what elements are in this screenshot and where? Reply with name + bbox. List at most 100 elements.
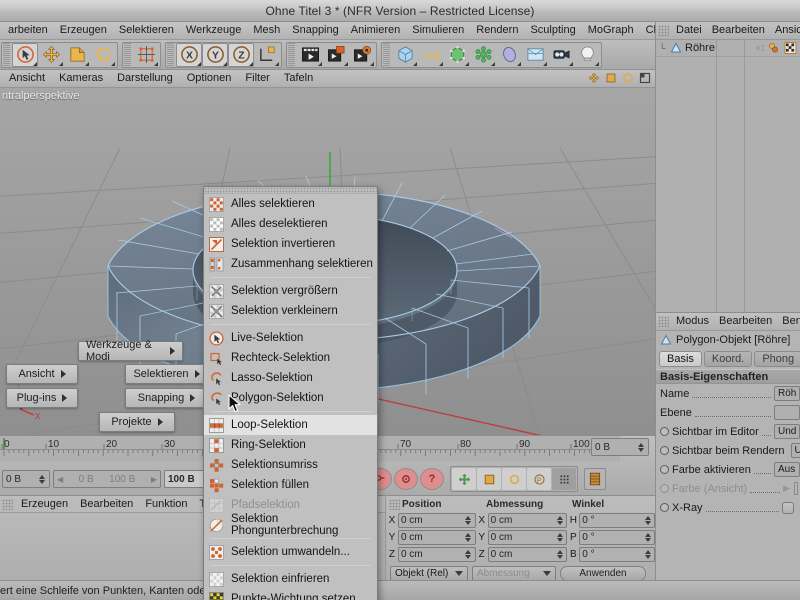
rotate-button[interactable] (90, 43, 116, 67)
menu-item-erzeugen[interactable]: Erzeugen (54, 22, 113, 39)
record-param-button[interactable]: P (527, 468, 551, 490)
attr-field-ebene[interactable] (774, 405, 800, 420)
range-end-field[interactable]: 100 B (164, 470, 208, 488)
autokey-button[interactable] (394, 468, 418, 490)
attr-radio-sichtbar-beim-rendern[interactable] (660, 446, 669, 455)
menu-item-mograph[interactable]: MoGraph (582, 22, 640, 39)
coord-spinner[interactable] (464, 530, 473, 546)
render-settings-button[interactable] (349, 43, 375, 67)
coord-size-dropdown[interactable]: Abmessung (472, 566, 556, 581)
deformer-button[interactable] (470, 43, 496, 67)
viewport-menu-tafeln[interactable]: Tafeln (277, 70, 320, 87)
coord-spinner[interactable] (464, 513, 473, 529)
panel-grip-icon[interactable] (2, 498, 13, 510)
matmgr-menu-funktion[interactable]: Funktion (139, 496, 193, 512)
context-item-punkte-wichtung-setzen[interactable]: Punkte-Wichtung setzen... (204, 589, 377, 600)
toolbar-grip[interactable] (383, 42, 390, 67)
objmgr-menu-datei[interactable]: Datei (671, 22, 707, 39)
context-item-ring-selektion[interactable]: Ring-Selektion (204, 435, 377, 455)
axis-y-button[interactable]: Y (202, 42, 228, 67)
plugins-palette[interactable]: Plug-ins (6, 388, 78, 408)
toolbar-grip[interactable] (167, 42, 174, 67)
menu-item-werkzeuge[interactable]: Werkzeuge (180, 22, 247, 39)
live-selection-button[interactable] (12, 42, 38, 67)
context-item-zusammenhang-selektieren[interactable]: Zusammenhang selektieren (204, 254, 377, 274)
context-item-lasso-selektion[interactable]: Lasso-Selektion (204, 368, 377, 388)
menu-item-arbeiten[interactable]: arbeiten (2, 22, 54, 39)
key-selection-button[interactable]: ? (420, 468, 444, 490)
attr-field-sichtbar-im-editor[interactable]: Und (774, 424, 800, 439)
coord-spinner[interactable] (555, 530, 564, 546)
camera-button[interactable] (548, 43, 574, 67)
environment-button[interactable] (496, 43, 522, 67)
menu-item-snapping[interactable]: Snapping (286, 22, 345, 39)
panel-grip-icon[interactable] (658, 316, 669, 327)
attr-radio-x-ray[interactable] (660, 503, 669, 512)
coord-angle-field-b[interactable]: 0 ° (579, 547, 655, 562)
coord-spinner[interactable] (643, 547, 652, 563)
current-frame-field[interactable]: 0 B (2, 470, 50, 488)
attr-tab-koord[interactable]: Koord. (703, 351, 753, 367)
rotate-view-icon[interactable] (622, 72, 634, 84)
coord-position-field-x[interactable]: 0 cm (397, 513, 476, 529)
menu-item-mesh[interactable]: Mesh (247, 22, 286, 39)
context-item-selektion-f-llen[interactable]: Selektion füllen (204, 475, 377, 495)
coord-size-field-y[interactable]: 0 cm (487, 530, 568, 546)
context-item-alles-deselektieren[interactable]: Alles deselektieren (204, 214, 377, 234)
select-palette[interactable]: Selektieren (125, 364, 208, 384)
object-column-divider[interactable] (716, 40, 717, 313)
context-item-pfadselektion[interactable]: Pfadselektion (204, 495, 377, 515)
axis-x-button[interactable]: X (176, 42, 202, 67)
panel-grip-icon[interactable] (658, 25, 669, 36)
light-button[interactable] (574, 43, 600, 67)
menu-item-animieren[interactable]: Animieren (345, 22, 407, 39)
attr-tab-phong[interactable]: Phong (754, 351, 800, 367)
timeline-window-button[interactable] (584, 468, 606, 490)
scene-button[interactable] (522, 43, 548, 67)
attr-field-farbe-aktivieren[interactable]: Aus (774, 462, 800, 477)
viewport-menu-kameras[interactable]: Kameras (52, 70, 110, 87)
frame-spinner[interactable] (636, 439, 645, 455)
context-item-rechteck-selektion[interactable]: Rechteck-Selektion (204, 348, 377, 368)
object-column-divider[interactable] (744, 40, 745, 313)
context-item-selektion-phongunterbrechung[interactable]: Selektion Phongunterbrechung (204, 513, 377, 537)
context-item-loop-selektion[interactable]: Loop-Selektion (204, 415, 377, 435)
toolbar-grip[interactable] (288, 42, 295, 67)
coord-mode-dropdown[interactable]: Objekt (Rel) (390, 566, 468, 581)
view-palette[interactable]: Ansicht (6, 364, 78, 384)
coord-size-field-z[interactable]: 0 cm (487, 547, 568, 562)
context-item-selektion-umwandeln[interactable]: Selektion umwandeln... (204, 542, 377, 562)
context-item-alles-selektieren[interactable]: Alles selektieren (204, 194, 377, 214)
attr-field-sichtbar-beim-rendern[interactable]: Und (790, 443, 800, 458)
menu-item-selektieren[interactable]: Selektieren (113, 22, 180, 39)
attrmgr-menu-bearbeiten[interactable]: Bearbeiten (714, 313, 777, 330)
coord-spinner[interactable] (643, 530, 652, 546)
objmgr-menu-ansic[interactable]: Ansic (770, 22, 800, 39)
matmgr-menu-erzeugen[interactable]: Erzeugen (15, 496, 74, 512)
frame-range-field[interactable]: ◀ 0 B 100 B ▶ (53, 470, 161, 488)
coord-spinner[interactable] (643, 513, 652, 529)
coord-size-field-x[interactable]: 0 cm (487, 513, 568, 528)
timeline-frame-field[interactable]: 0 B (591, 438, 649, 456)
attrmgr-menu-modus[interactable]: Modus (671, 313, 714, 330)
tools-and-modes-palette[interactable]: Werkzeuge & Modi (78, 339, 183, 363)
current-frame-spinner[interactable] (37, 471, 46, 487)
move-button[interactable] (38, 43, 64, 67)
menu-item-rendern[interactable]: Rendern (470, 22, 524, 39)
snapping-palette[interactable]: Snapping (125, 388, 208, 408)
render-to-picture-button[interactable] (323, 43, 349, 67)
record-rotation-button[interactable] (502, 468, 526, 490)
generator-button[interactable] (444, 43, 470, 67)
render-view-button[interactable] (297, 43, 323, 67)
matmgr-menu-bearbeiten[interactable]: Bearbeiten (74, 496, 139, 512)
modeling-axis-button[interactable] (133, 43, 159, 67)
context-item-selektion-vergr-ern[interactable]: Selektion vergrößern (204, 281, 377, 301)
spline-button[interactable] (418, 43, 444, 67)
context-item-selektion-einfrieren[interactable]: Selektion einfrieren (204, 569, 377, 589)
attrmgr-menu-ben[interactable]: Ben (777, 313, 800, 330)
context-item-live-selektion[interactable]: Live-Selektion (204, 328, 377, 348)
cube-primitive-button[interactable] (392, 43, 418, 67)
attr-field-name[interactable]: Röh (774, 386, 800, 401)
objmgr-menu-bearbeiten[interactable]: Bearbeiten (707, 22, 770, 39)
menu-item-sculpting[interactable]: Sculpting (524, 22, 581, 39)
